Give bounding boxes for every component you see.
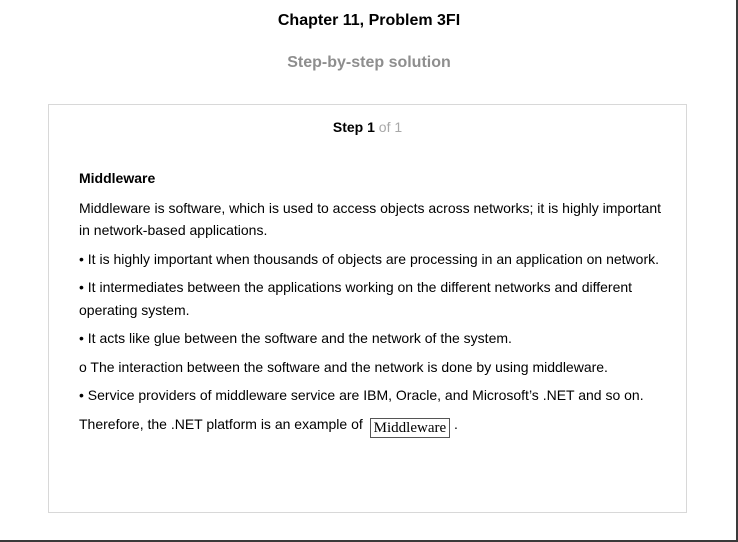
solution-card: Step 1 of 1 Middleware Middleware is sof… bbox=[48, 104, 687, 513]
step-number: 1 bbox=[367, 119, 375, 135]
solution-sub-bullet: o The interaction between the software a… bbox=[79, 358, 608, 375]
solution-heading: Middleware bbox=[79, 170, 156, 186]
step-label: Step bbox=[332, 119, 364, 135]
solution-bullet: • It acts like glue between the software… bbox=[79, 330, 512, 346]
step-indicator: Step 1 of 1 bbox=[49, 119, 686, 135]
step-total: of 1 bbox=[378, 119, 403, 135]
solution-bullet: • It is highly important when thousands … bbox=[79, 250, 660, 267]
solution-bullet: • Service providers of middleware servic… bbox=[79, 387, 644, 403]
solution-conclusion: Therefore, the .NET platform is an examp… bbox=[79, 413, 664, 438]
answer-box: Middleware bbox=[369, 417, 451, 438]
page-title: Chapter 11, Problem 3FI bbox=[277, 12, 461, 29]
conclusion-period: . bbox=[454, 415, 458, 432]
solution-definition: Middleware is software, which is used to… bbox=[79, 199, 662, 239]
solution-content: Middleware Middleware is software, which… bbox=[79, 167, 664, 444]
page-subtitle: Step-by-step solution bbox=[287, 54, 451, 71]
conclusion-text: Therefore, the .NET platform is an examp… bbox=[79, 415, 363, 432]
solution-bullet: • It intermediates between the applicati… bbox=[79, 279, 633, 318]
